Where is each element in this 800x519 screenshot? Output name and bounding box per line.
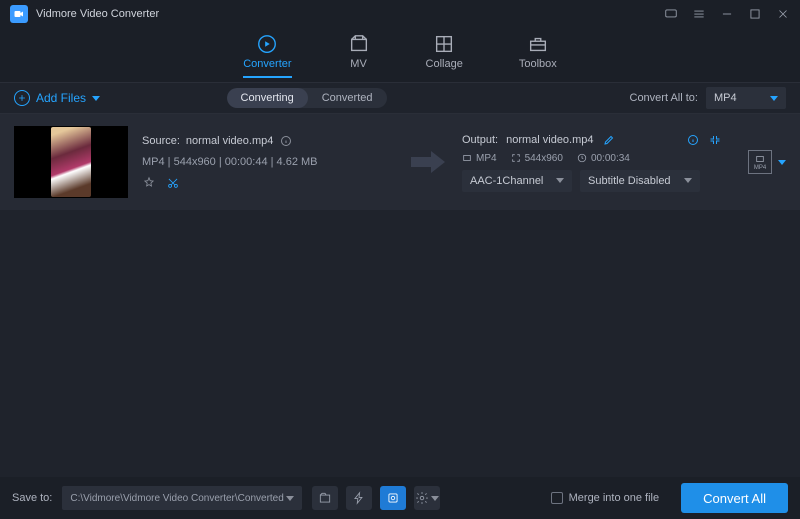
output-info: Output: normal video.mp4 MP4 544x960 00:…	[462, 133, 722, 192]
thumbnail-image	[51, 127, 91, 197]
mv-icon	[348, 34, 370, 54]
subtitle-selected-value: Subtitle Disabled	[588, 175, 671, 187]
tab-collage[interactable]: Collage	[426, 34, 463, 78]
titlebar: Vidmore Video Converter	[0, 0, 800, 28]
tab-label: MV	[350, 58, 367, 70]
minimize-icon[interactable]	[720, 7, 734, 21]
open-folder-button[interactable]	[312, 486, 338, 510]
tab-toolbox[interactable]: Toolbox	[519, 34, 557, 78]
audio-track-select[interactable]: AAC-1Channel	[462, 170, 572, 192]
chevron-down-icon	[770, 96, 778, 101]
convert-all-format-select[interactable]: MP4	[706, 87, 786, 109]
chevron-down-icon	[556, 178, 564, 183]
gpu-accel-button[interactable]	[380, 486, 406, 510]
convert-all-to-label: Convert All to:	[630, 92, 698, 104]
seg-converted[interactable]: Converted	[308, 88, 387, 108]
subtitle-select[interactable]: Subtitle Disabled	[580, 170, 700, 192]
audio-selected-value: AAC-1Channel	[470, 175, 543, 187]
close-icon[interactable]	[776, 7, 790, 21]
main-tabs: Converter MV Collage Toolbox	[0, 28, 800, 82]
output-filename: normal video.mp4	[506, 134, 593, 146]
output-format-button[interactable]: MP4	[748, 150, 772, 174]
arrow-icon	[408, 151, 448, 173]
collage-icon	[433, 34, 455, 54]
tab-label: Toolbox	[519, 58, 557, 70]
merge-checkbox[interactable]: Merge into one file	[551, 492, 660, 504]
app-title: Vidmore Video Converter	[36, 8, 664, 20]
compress-icon[interactable]	[708, 133, 722, 147]
toolbar: Add Files Converting Converted Convert A…	[0, 82, 800, 114]
app-logo-icon	[10, 5, 28, 23]
chevron-down-icon	[92, 96, 100, 101]
chevron-down-icon	[431, 496, 439, 501]
merge-label: Merge into one file	[569, 492, 660, 504]
add-files-button[interactable]: Add Files	[14, 90, 100, 106]
converter-icon	[256, 34, 278, 54]
tab-label: Collage	[426, 58, 463, 70]
maximize-icon[interactable]	[748, 7, 762, 21]
video-thumbnail[interactable]	[14, 126, 128, 198]
plus-icon	[14, 90, 30, 106]
output-resolution: 544x960	[525, 153, 563, 164]
save-to-label: Save to:	[12, 492, 52, 504]
lightning-off-button[interactable]	[346, 486, 372, 510]
edit-pencil-icon[interactable]	[602, 133, 616, 147]
checkbox-icon	[551, 492, 563, 504]
chevron-down-icon	[286, 496, 294, 501]
save-path-select[interactable]: C:\Vidmore\Vidmore Video Converter\Conve…	[62, 486, 302, 510]
trim-scissors-icon[interactable]	[166, 176, 180, 190]
source-label: Source:	[142, 135, 180, 147]
output-label: Output:	[462, 134, 498, 146]
chevron-down-icon[interactable]	[778, 160, 786, 165]
menu-icon[interactable]	[692, 7, 706, 21]
file-item-row: Source: normal video.mp4 MP4 | 544x960 |…	[0, 114, 800, 210]
source-metadata: MP4 | 544x960 | 00:00:44 | 4.62 MB	[142, 156, 394, 168]
output-format: MP4	[476, 153, 497, 164]
format-badge-label: MP4	[754, 165, 766, 171]
add-files-label: Add Files	[36, 91, 86, 105]
output-duration: 00:00:34	[591, 153, 630, 164]
seg-converting[interactable]: Converting	[227, 88, 308, 108]
convert-all-button[interactable]: Convert All	[681, 483, 788, 513]
settings-gear-button[interactable]	[414, 486, 440, 510]
tab-mv[interactable]: MV	[348, 34, 370, 78]
footer-bar: Save to: C:\Vidmore\Vidmore Video Conver…	[0, 477, 800, 519]
output-info-icon[interactable]	[686, 133, 700, 147]
star-effects-icon[interactable]	[142, 176, 156, 190]
chevron-down-icon	[684, 178, 692, 183]
toolbox-icon	[527, 34, 549, 54]
source-filename: normal video.mp4	[186, 135, 273, 147]
source-info: Source: normal video.mp4 MP4 | 544x960 |…	[142, 134, 394, 190]
format-selected-value: MP4	[714, 92, 737, 104]
tab-label: Converter	[243, 58, 291, 70]
info-icon[interactable]	[279, 134, 293, 148]
status-segmented-control: Converting Converted	[227, 88, 387, 108]
feedback-icon[interactable]	[664, 7, 678, 21]
save-path-value: C:\Vidmore\Vidmore Video Converter\Conve…	[70, 493, 283, 504]
tab-converter[interactable]: Converter	[243, 34, 291, 78]
